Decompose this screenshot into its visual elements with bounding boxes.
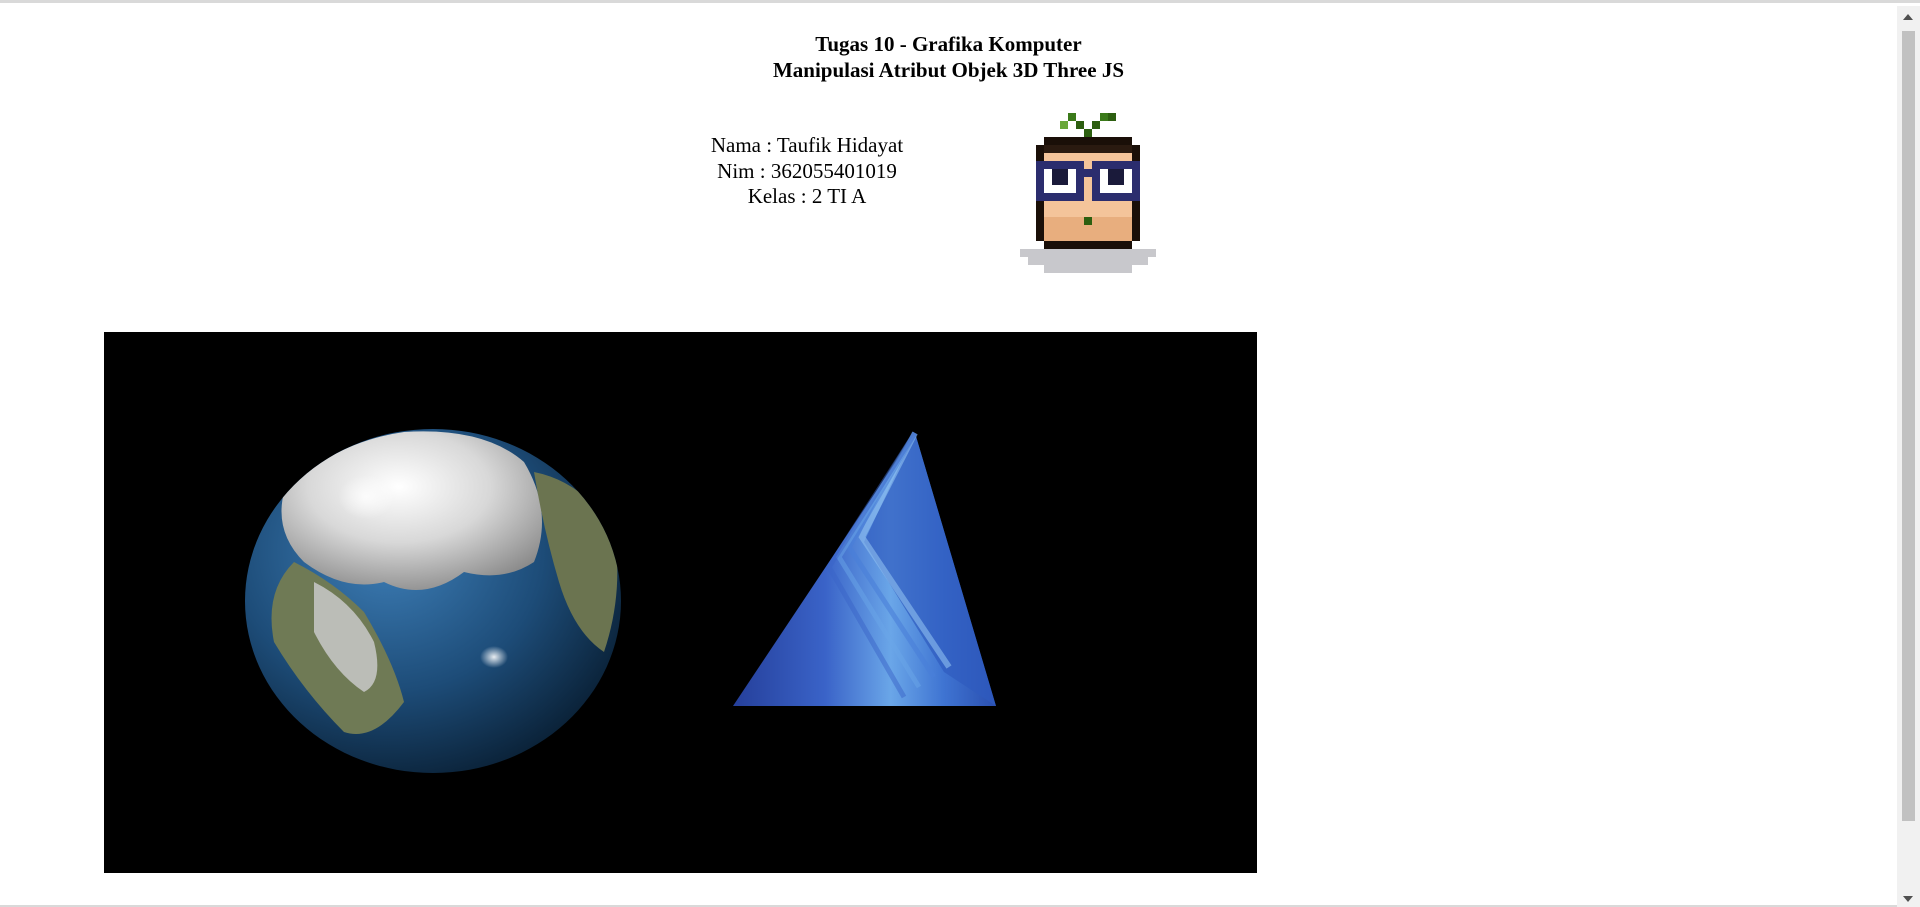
threejs-canvas[interactable] [104,332,1257,873]
vertical-scrollbar[interactable] [1897,6,1920,907]
page-header: Tugas 10 - Grafika Komputer Manipulasi A… [0,31,1897,83]
scroll-up-icon[interactable] [1903,14,1913,20]
pixel-nerd-avatar-icon [1020,113,1156,273]
page: Tugas 10 - Grafika Komputer Manipulasi A… [0,0,1920,907]
scroll-thumb[interactable] [1902,31,1915,821]
student-nim: Nim : 362055401019 [717,158,897,183]
student-info: Nama : Taufik Hidayat Nim : 362055401019… [690,133,924,210]
earth-globe [245,429,621,773]
page-title: Tugas 10 - Grafika Komputer [815,32,1082,56]
student-class: Kelas : 2 TI A [747,184,867,208]
scroll-down-icon[interactable] [1903,896,1913,902]
student-name: Nama : Taufik Hidayat [710,133,904,157]
blue-pyramid [733,431,996,706]
page-subtitle: Manipulasi Atribut Objek 3D Three JS [772,58,1125,82]
